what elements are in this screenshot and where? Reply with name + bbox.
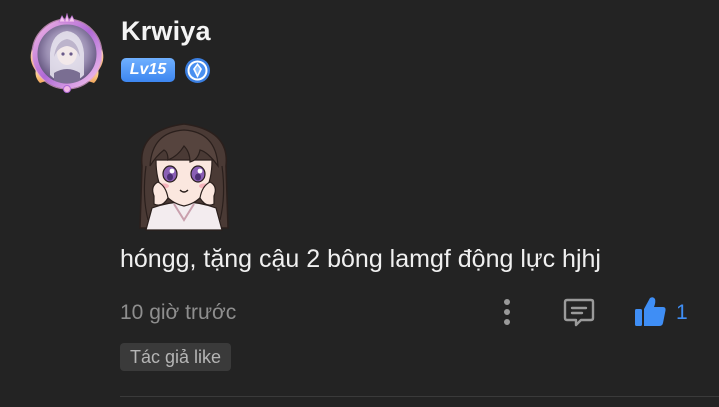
avatar[interactable] [26,12,108,95]
thumbs-up-icon [635,297,666,326]
level-badge: Lv15 [121,58,175,82]
comment-text: hóngg, tặng cậu 2 bông lamgf động lực hj… [120,245,601,273]
username[interactable]: Krwiya [121,16,211,47]
comment-item: Krwiya Lv15 hóngg, tặng cậu 2 bông lamgf… [0,0,719,407]
comment-timestamp: 10 giờ trước [120,301,237,324]
comment-reply-icon [563,298,595,327]
like-count: 1 [676,301,688,324]
diamond-rank-icon [184,57,211,84]
more-vertical-icon [504,299,510,325]
more-options-button[interactable] [496,296,518,328]
reply-button[interactable] [562,296,596,328]
avatar-frame-icon [30,12,104,93]
like-button[interactable]: 1 [632,294,692,330]
sticker-image [128,116,240,232]
author-like-badge: Tác giả like [120,343,232,371]
divider [120,396,719,397]
